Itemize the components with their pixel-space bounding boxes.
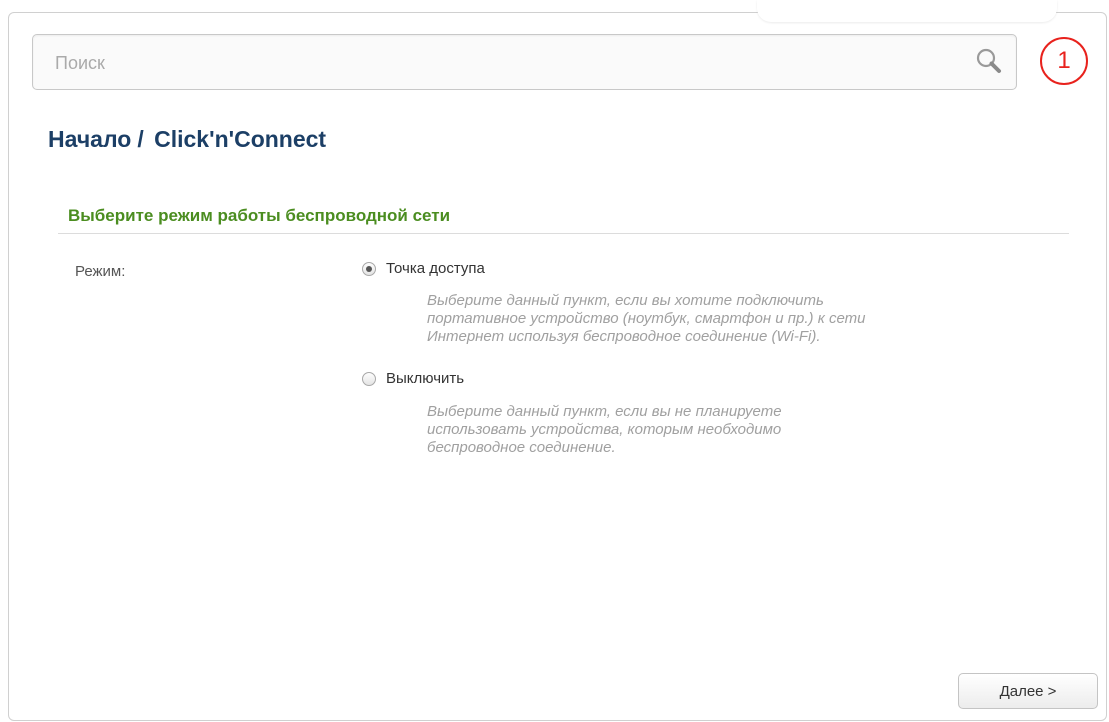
hint-line: использовать устройства, которым необход…: [427, 421, 782, 438]
header-tab: [757, 0, 1057, 22]
hint-line: портативное устройство (ноутбук, смартфо…: [427, 310, 866, 327]
search-bar: [32, 34, 1017, 90]
radio-option-access-point[interactable]: Точка доступа: [362, 260, 485, 277]
breadcrumb: Начало / Click'n'Connect: [48, 126, 326, 153]
disable-hint: Выберите данный пункт, если вы не планир…: [427, 403, 1027, 457]
radio-option-disable[interactable]: Выключить: [362, 370, 464, 387]
radio-button-access-point[interactable]: [362, 261, 376, 276]
breadcrumb-current: Click'n'Connect: [154, 126, 327, 152]
content-panel: [8, 12, 1107, 721]
radio-button-disable[interactable]: [362, 371, 376, 386]
search-input[interactable]: [53, 49, 937, 77]
step-indicator: 1: [1040, 37, 1088, 85]
breadcrumb-separator: /: [137, 126, 144, 152]
search-icon[interactable]: [973, 45, 1007, 79]
breadcrumb-home[interactable]: Начало: [48, 126, 131, 152]
next-button[interactable]: Далее >: [958, 673, 1098, 709]
radio-label-disable[interactable]: Выключить: [386, 370, 464, 387]
hint-line: Интернет используя беспроводное соединен…: [427, 328, 821, 345]
radio-label-access-point[interactable]: Точка доступа: [386, 260, 485, 277]
section-divider: [58, 233, 1069, 234]
mode-label: Режим:: [75, 263, 126, 280]
access-point-hint: Выберите данный пункт, если вы хотите по…: [427, 292, 1027, 346]
section-title: Выберите режим работы беспроводной сети: [68, 206, 451, 225]
hint-line: беспроводное соединение.: [427, 439, 616, 456]
step-number: 1: [1057, 47, 1071, 74]
hint-line: Выберите данный пункт, если вы хотите по…: [427, 292, 824, 309]
hint-line: Выберите данный пункт, если вы не планир…: [427, 403, 782, 420]
